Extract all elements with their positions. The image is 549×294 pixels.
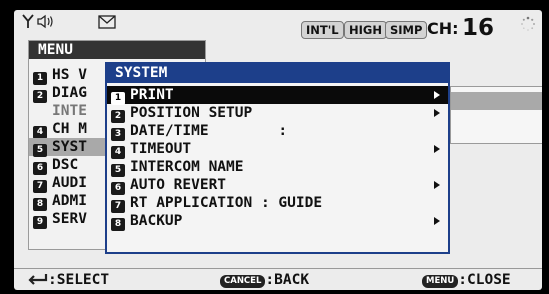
system-item-label: TIMEOUT: [130, 141, 192, 157]
system-item-label: POSITION SETUP: [130, 105, 253, 121]
system-submenu-panel: SYSTEM 1 PRINT 2 POSITION SETUP 3 DATE/TIME…: [105, 62, 450, 254]
menu-item-label: AUDI: [52, 175, 87, 191]
menu-key-icon: MENU: [422, 275, 459, 288]
system-submenu-title: SYSTEM: [107, 64, 448, 83]
system-item-position-setup[interactable]: 2 POSITION SETUP: [107, 104, 448, 123]
system-item-backup[interactable]: 8 BACKUP: [107, 212, 448, 231]
simp-badge: SIMP: [385, 21, 428, 39]
submenu-arrow-icon: [434, 109, 440, 117]
menu-item-label: CH M: [52, 121, 87, 137]
channel-label: CH:: [427, 19, 459, 38]
select-hint[interactable]: :SELECT: [26, 269, 109, 290]
select-hint-label: :SELECT: [48, 272, 110, 288]
radio-display: INT'L HIGH SIMP CH: 16 MENU 1 HS V 2 DIAG …: [14, 10, 542, 290]
menu-item-label: SYST: [52, 139, 87, 155]
soft-key-bar: :SELECT CANCEL:BACK MENU:CLOSE: [14, 268, 542, 290]
menu-item-label: INTE: [52, 103, 87, 119]
background-submenu-panel: [450, 86, 542, 144]
menu-item-number: 9: [33, 216, 47, 229]
submenu-arrow-icon: [434, 217, 440, 225]
system-item-date-time[interactable]: 3 DATE/TIME :: [107, 122, 448, 141]
mail-icon: [98, 14, 116, 34]
submenu-arrow-icon: [434, 145, 440, 153]
back-hint-label: :BACK: [265, 272, 310, 288]
submenu-arrow-icon: [434, 181, 440, 189]
back-hint[interactable]: CANCEL:BACK: [220, 269, 309, 290]
channel-number: 16: [462, 15, 495, 41]
menu-item-label: HS V: [52, 67, 87, 83]
system-item-rt-application[interactable]: 7 RT APPLICATION : GUIDE: [107, 194, 448, 213]
system-item-intercom-name[interactable]: 5 INTERCOM NAME: [107, 158, 448, 177]
status-bar: INT'L HIGH SIMP CH: 16: [14, 10, 542, 41]
system-item-label: RT APPLICATION : GUIDE: [130, 195, 323, 211]
speaker-icon: [37, 14, 55, 33]
system-item-timeout[interactable]: 4 TIMEOUT: [107, 140, 448, 159]
main-menu-title: MENU: [29, 41, 205, 59]
system-item-label: BACKUP: [130, 213, 183, 229]
menu-item-label: SERV: [52, 211, 87, 227]
system-item-label: INTERCOM NAME: [130, 159, 244, 175]
intl-badge: INT'L: [301, 21, 344, 39]
system-item-label: AUTO REVERT: [130, 177, 227, 193]
system-item-label: DATE/TIME :: [130, 123, 288, 139]
antenna-icon: [22, 14, 34, 33]
enter-arrow-icon: [26, 271, 48, 290]
system-item-print[interactable]: 1 PRINT: [107, 86, 448, 105]
close-hint[interactable]: MENU:CLOSE: [422, 269, 511, 290]
high-badge: HIGH: [344, 21, 387, 39]
menu-item-label: ADMI: [52, 193, 87, 209]
cancel-key-icon: CANCEL: [220, 275, 266, 288]
background-submenu-highlight: [451, 92, 542, 110]
spinner-icon: [520, 16, 536, 36]
submenu-arrow-icon: [434, 91, 440, 99]
menu-item-label: DSC: [52, 157, 79, 173]
system-item-label: PRINT: [130, 87, 174, 103]
system-item-auto-revert[interactable]: 6 AUTO REVERT: [107, 176, 448, 195]
system-item-number: 8: [111, 218, 125, 231]
menu-item-label: DIAG: [52, 85, 87, 101]
close-hint-label: :CLOSE: [458, 272, 511, 288]
